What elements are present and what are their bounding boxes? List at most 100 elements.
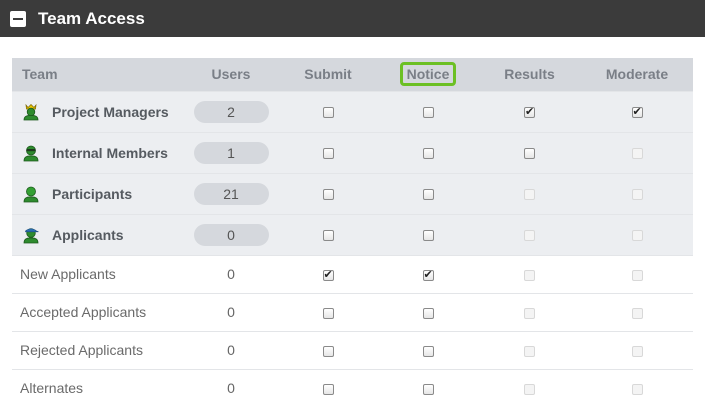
- subgroup-name: Accepted Applicants: [12, 292, 184, 331]
- panel-header: Team Access: [0, 0, 705, 37]
- results-cell: [478, 330, 581, 369]
- team-label: Project Managers: [12, 103, 184, 121]
- submit-checkbox[interactable]: [322, 230, 334, 242]
- notice-checkbox[interactable]: [422, 230, 434, 242]
- users-cell: 0: [184, 368, 278, 407]
- subgroup-row: New Applicants 0: [12, 254, 693, 293]
- notice-cell: [378, 292, 478, 331]
- notice-cell: [378, 368, 478, 407]
- moderate-checkbox: [631, 345, 643, 357]
- column-header-notice: Notice: [378, 58, 478, 91]
- results-cell: [478, 172, 581, 214]
- team-cell: Applicants: [12, 213, 184, 255]
- notice-checkbox[interactable]: [422, 345, 434, 357]
- team-access-table: Team Users Submit Notice Results Moderat…: [12, 58, 693, 407]
- notice-cell: [378, 172, 478, 214]
- user-count: 0: [227, 266, 235, 282]
- results-checkbox: [524, 189, 535, 201]
- moderate-checkbox: [631, 148, 643, 160]
- submit-checkbox[interactable]: [322, 268, 334, 281]
- user-count-badge[interactable]: 0: [193, 223, 269, 246]
- user-count-badge[interactable]: 1: [193, 141, 269, 164]
- results-checkbox[interactable]: [524, 105, 535, 119]
- submit-checkbox[interactable]: [322, 148, 334, 160]
- results-checkbox: [524, 384, 535, 396]
- moderate-cell: [581, 254, 693, 293]
- subgroup-name: Alternates: [12, 368, 184, 407]
- team-row: Applicants 0: [12, 213, 693, 255]
- crowned-user-icon: [22, 103, 40, 121]
- results-checkbox: [524, 345, 535, 357]
- notice-checkbox[interactable]: [422, 107, 434, 119]
- user-count: 0: [227, 380, 235, 397]
- team-row: Project Managers 2: [12, 90, 693, 132]
- team-name[interactable]: Applicants: [52, 227, 124, 243]
- submit-cell: [278, 131, 378, 173]
- submit-checkbox[interactable]: [322, 307, 334, 319]
- moderate-cell: [581, 172, 693, 214]
- notice-checkbox[interactable]: [422, 268, 434, 281]
- notice-checkbox[interactable]: [422, 307, 434, 319]
- submit-checkbox[interactable]: [322, 189, 334, 201]
- user-count: 0: [227, 342, 235, 358]
- notice-checkbox[interactable]: [422, 384, 434, 396]
- moderate-checkbox: [631, 189, 643, 201]
- users-cell: 0: [184, 292, 278, 331]
- results-checkbox: [524, 269, 535, 281]
- user-count-badge[interactable]: 21: [193, 182, 269, 205]
- moderate-cell: [581, 330, 693, 369]
- highlighted-notice-label: Notice: [399, 62, 457, 87]
- team-label: Internal Members: [12, 144, 184, 162]
- submit-cell: [278, 172, 378, 214]
- users-cell: 0: [184, 330, 278, 369]
- column-header-team: Team: [12, 58, 184, 91]
- subgroup-row: Accepted Applicants 0: [12, 292, 693, 331]
- team-name[interactable]: Internal Members: [52, 145, 168, 161]
- results-checkbox[interactable]: [524, 148, 535, 160]
- results-checkbox: [524, 230, 535, 242]
- subgroup-row: Rejected Applicants 0: [12, 330, 693, 369]
- team-row: Participants 21: [12, 172, 693, 214]
- team-cell: Participants: [12, 172, 184, 214]
- users-cell: 0: [184, 254, 278, 293]
- capped-user-icon: [22, 226, 40, 244]
- submit-checkbox[interactable]: [322, 384, 334, 396]
- results-cell: [478, 90, 581, 132]
- masked-user-icon: [22, 144, 40, 162]
- submit-checkbox[interactable]: [322, 345, 334, 357]
- moderate-checkbox: [631, 269, 643, 281]
- team-cell: Internal Members: [12, 131, 184, 173]
- notice-checkbox[interactable]: [422, 148, 434, 160]
- users-cell: 0: [184, 213, 278, 255]
- submit-cell: [278, 330, 378, 369]
- team-name[interactable]: Project Managers: [52, 104, 169, 120]
- notice-cell: [378, 330, 478, 369]
- panel-title: Team Access: [38, 8, 145, 28]
- submit-cell: [278, 213, 378, 255]
- moderate-checkbox[interactable]: [631, 105, 643, 119]
- notice-cell: [378, 213, 478, 255]
- column-header-submit: Submit: [278, 58, 378, 91]
- column-header-moderate: Moderate: [581, 58, 693, 91]
- user-count-badge[interactable]: 2: [193, 100, 269, 123]
- results-cell: [478, 213, 581, 255]
- submit-cell: [278, 254, 378, 293]
- submit-cell: [278, 90, 378, 132]
- minus-square-icon[interactable]: [10, 10, 26, 27]
- user-icon: [22, 185, 40, 203]
- notice-cell: [378, 254, 478, 293]
- submit-cell: [278, 368, 378, 407]
- column-header-results: Results: [478, 58, 581, 91]
- team-row: Internal Members 1: [12, 131, 693, 173]
- moderate-cell: [581, 90, 693, 132]
- notice-checkbox[interactable]: [422, 189, 434, 201]
- team-label: Participants: [12, 185, 184, 203]
- moderate-checkbox: [631, 230, 643, 242]
- team-name[interactable]: Participants: [52, 186, 132, 202]
- table-header-row: Team Users Submit Notice Results Moderat…: [12, 58, 693, 91]
- moderate-cell: [581, 131, 693, 173]
- column-header-users: Users: [184, 58, 278, 91]
- submit-cell: [278, 292, 378, 331]
- submit-checkbox[interactable]: [322, 107, 334, 119]
- moderate-cell: [581, 292, 693, 331]
